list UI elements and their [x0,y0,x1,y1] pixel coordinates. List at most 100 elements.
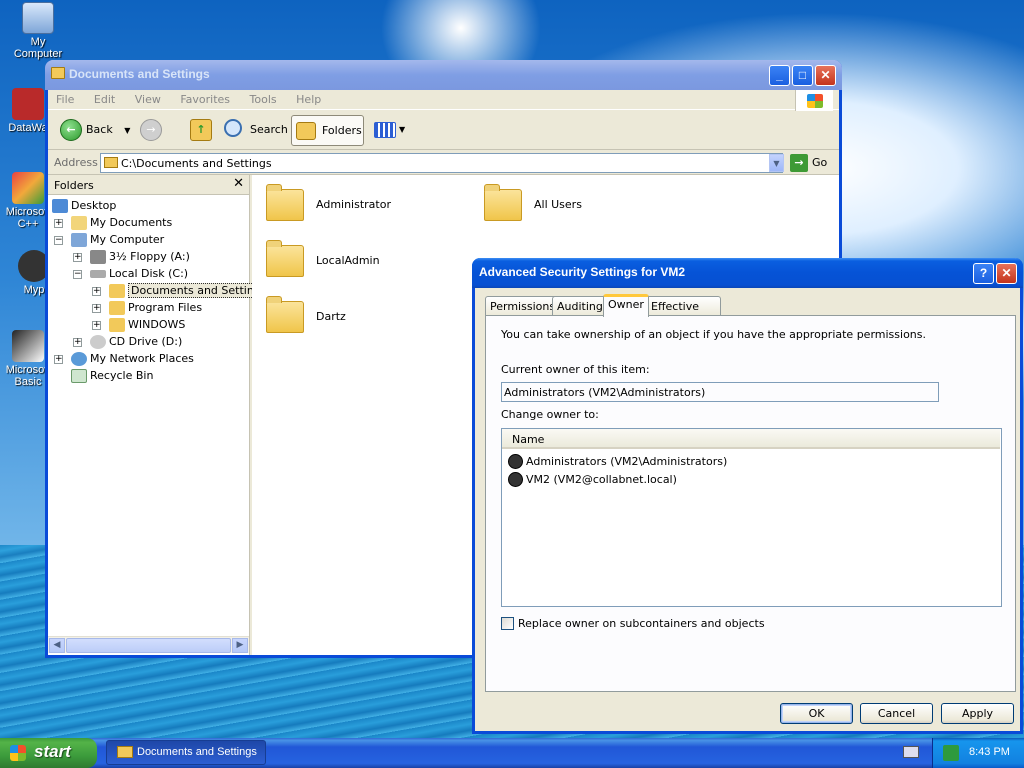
tree-item-recycle-bin[interactable]: Recycle Bin [71,367,153,384]
start-label: start [34,742,71,761]
tree-item-my-computer[interactable]: − My Computer [54,231,164,248]
expand-icon[interactable]: + [92,303,101,313]
minimize-button[interactable]: _ [769,65,790,86]
tree-item-documents-and-settings[interactable]: + Documents and Settings [92,282,270,299]
folder-item-localadmin[interactable]: LocalAdmin [258,240,458,285]
keyboard-icon[interactable] [903,746,919,758]
user-group-icon [508,454,523,469]
menu-help[interactable]: Help [296,93,321,106]
windows-logo-icon [10,745,26,761]
tree-item-desktop[interactable]: Desktop [52,197,116,214]
list-item[interactable]: VM2 (VM2@collabnet.local) [508,471,677,489]
tree-item-windows[interactable]: + WINDOWS [92,316,185,333]
expand-icon[interactable]: + [54,354,63,364]
network-tray-icon[interactable] [943,745,959,761]
tree-label: Documents and Settings [128,283,270,298]
forward-button[interactable]: → [136,115,180,146]
close-icon[interactable]: ✕ [233,176,244,191]
menu-edit[interactable]: Edit [94,93,115,106]
list-item[interactable]: Administrators (VM2\Administrators) [508,453,727,471]
maximize-button[interactable]: □ [792,65,813,86]
address-bar: Address C:\Documents and Settings ▼ → Go [48,151,839,175]
clock[interactable]: 8:43 PM [969,746,1010,758]
tab-owner[interactable]: Owner [603,294,649,317]
explorer-titlebar[interactable]: Documents and Settings _ □ ✕ [45,60,842,90]
replace-owner-label: Replace owner on subcontainers and objec… [518,617,765,630]
checkbox[interactable] [501,617,514,630]
go-label: Go [812,156,828,169]
folder-icon [51,67,65,79]
folder-item-administrator[interactable]: Administrator [258,184,458,229]
folder-name: Dartz [316,310,346,323]
folder-item-all-users[interactable]: All Users [476,184,676,229]
folder-icon [109,301,125,315]
current-owner-value: Administrators (VM2\Administrators) [504,386,706,399]
tree-item-network-places[interactable]: + My Network Places [54,350,194,367]
folder-item-dartz[interactable]: Dartz [258,296,458,341]
tree-item-my-documents[interactable]: + My Documents [54,214,172,231]
expand-icon[interactable]: + [54,218,63,228]
search-button[interactable]: Search [220,115,292,146]
collapse-icon[interactable]: − [73,269,82,279]
address-dropdown-button[interactable]: ▼ [769,154,784,172]
menu-tools[interactable]: Tools [250,93,277,106]
scroll-thumb[interactable] [66,638,231,653]
tree-item-program-files[interactable]: + Program Files [92,299,202,316]
start-button[interactable]: start [0,738,97,768]
address-input[interactable]: C:\Documents and Settings [100,153,783,173]
tree-item-local-disk[interactable]: − Local Disk (C:) [73,265,188,282]
expand-icon[interactable]: + [73,337,82,347]
taskbar-item-documents-and-settings[interactable]: Documents and Settings [106,740,266,765]
tab-auditing[interactable]: Auditing [552,296,608,316]
collapse-icon[interactable]: − [54,235,63,245]
up-button[interactable]: ↑ [186,115,220,146]
toolbar: ← Back ▼ → ↑ Search Folders ▼ [48,111,839,150]
tree-item-floppy[interactable]: +3½ Floppy (A:) [73,248,190,265]
column-header-name[interactable]: Name [512,433,544,446]
close-button[interactable]: ✕ [815,65,836,86]
cd-drive-icon [90,335,106,349]
expand-icon[interactable]: + [92,320,101,330]
folder-icon [266,184,304,221]
folder-icon [117,746,133,758]
tree-label: 3½ Floppy (A:) [109,250,190,263]
help-button[interactable]: ? [973,263,994,284]
back-label: Back [86,123,113,136]
tab-effective-permissions[interactable]: Effective Permissions [646,296,722,326]
taskbar-item-label: Documents and Settings [137,746,257,758]
menu-view[interactable]: View [135,93,161,106]
folders-pane: Folders ✕ Desktop + My Documents − My Comp… [48,175,270,655]
chevron-down-icon[interactable]: ▼ [124,126,130,135]
expand-icon[interactable]: + [73,252,82,262]
menu-file[interactable]: File [56,93,74,106]
cancel-button[interactable]: Cancel [860,703,933,724]
apply-button[interactable]: Apply [941,703,1014,724]
window-title: Documents and Settings [69,67,210,81]
owner-list: Name Administrators (VM2\Administrators)… [501,428,1002,607]
desktop-icon-label: Myp [23,284,45,296]
close-button[interactable]: ✕ [996,263,1017,284]
desktop-icon-my-computer[interactable]: My Computer [6,2,70,60]
change-owner-label: Change owner to: [501,408,599,421]
tab-permissions[interactable]: Permissions [485,296,561,316]
scroll-right-button[interactable]: ▶ [232,638,248,653]
dialog-titlebar[interactable]: Advanced Security Settings for VM2 ? ✕ [472,258,1023,288]
menu-favorites[interactable]: Favorites [180,93,230,106]
desktop-icon-label: DataWa [8,122,48,134]
tree-item-cd-drive[interactable]: + CD Drive (D:) [73,333,182,350]
ok-button[interactable]: OK [780,703,853,724]
go-button[interactable]: → Go [790,154,827,172]
scroll-left-button[interactable]: ◀ [49,638,65,653]
expand-icon[interactable]: + [92,286,101,296]
back-button[interactable]: ← Back ▼ [56,115,134,146]
views-button[interactable]: ▼ [370,115,410,146]
taskbar: start Documents and Settings 8:43 PM [0,738,1024,768]
folder-tree: Desktop + My Documents − My Computer +3½ F… [48,195,270,383]
folders-button[interactable]: Folders [291,115,364,146]
tree-label: My Network Places [90,352,194,365]
tree-label: Program Files [128,301,203,314]
horizontal-scrollbar[interactable]: ◀ ▶ [48,636,249,653]
recycle-bin-icon [71,369,87,383]
folders-pane-header: Folders ✕ [48,175,249,195]
owner-name: VM2 (VM2@collabnet.local) [526,473,677,486]
